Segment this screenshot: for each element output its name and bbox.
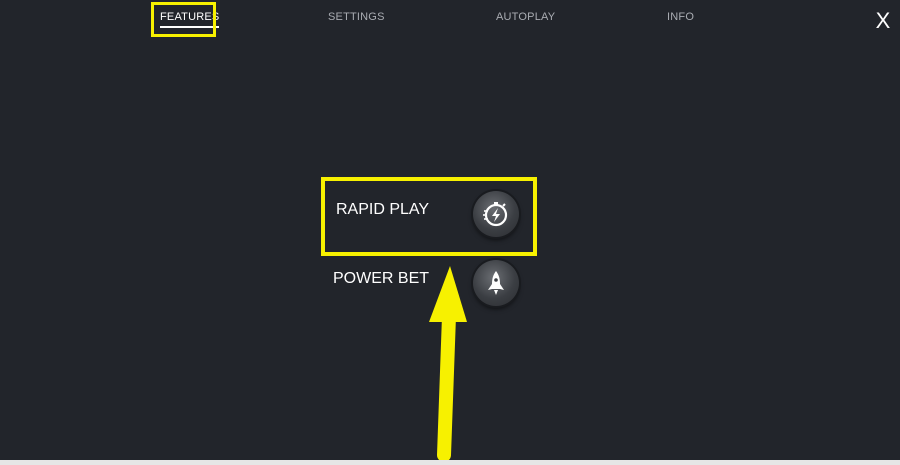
close-button[interactable]: X: [873, 9, 893, 33]
bottom-edge: [0, 460, 900, 465]
feature-row-power-bet: POWER BET: [322, 256, 534, 306]
tab-settings-label: SETTINGS: [328, 11, 385, 23]
tab-settings[interactable]: SETTINGS: [328, 9, 385, 25]
features-tab-highlight-box: [151, 2, 216, 37]
power-bet-label: POWER BET: [333, 270, 430, 287]
tab-autoplay-label: AUTOPLAY: [496, 11, 556, 23]
rocket-icon: [488, 271, 504, 295]
tab-info-label: INFO: [667, 11, 695, 23]
power-bet-button[interactable]: [473, 260, 519, 306]
tab-autoplay[interactable]: AUTOPLAY: [496, 9, 555, 25]
tab-info[interactable]: INFO: [667, 9, 694, 25]
features-panel: FEATURES SETTINGS AUTOPLAY INFO X RAPID …: [0, 0, 900, 465]
rapid-play-highlight-box: [321, 177, 537, 256]
